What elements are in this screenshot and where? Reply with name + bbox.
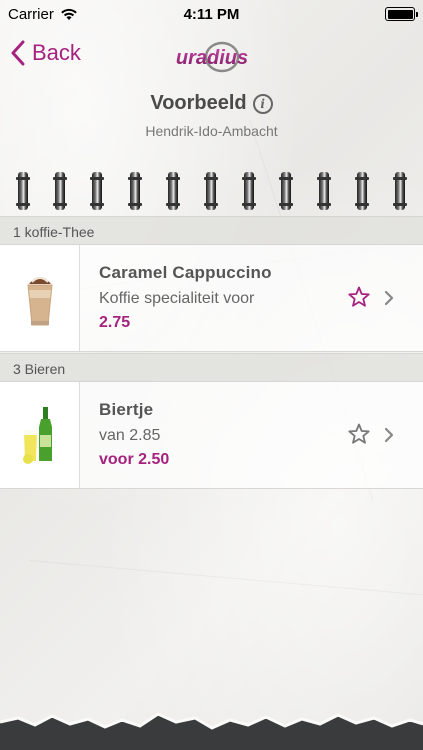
spiral-ring [128, 172, 142, 210]
back-button[interactable]: Back [10, 40, 81, 66]
spiral-ring [90, 172, 104, 210]
item-description: Koffie specialiteit voor [99, 290, 255, 307]
item-description: van 2.85 [99, 427, 161, 444]
product-image [0, 382, 80, 488]
spiral-binding [0, 170, 423, 214]
status-bar: Carrier 4:11 PM [0, 0, 423, 28]
logo-text: uradius [176, 47, 248, 69]
list-item[interactable]: Caramel Cappuccino Koffie specialiteit v… [0, 245, 423, 352]
spiral-ring [355, 172, 369, 210]
battery-icon [385, 7, 418, 21]
item-name: Biertje [99, 400, 154, 419]
section-header: 1 koffie-Thee [0, 216, 423, 245]
product-image [0, 245, 80, 351]
chevron-right-icon [384, 290, 394, 306]
spiral-ring [204, 172, 218, 210]
page-header: Voorbeeld i Hendrik-Ido-Ambacht [0, 92, 423, 139]
back-label: Back [32, 40, 81, 65]
chevron-left-icon [11, 40, 25, 66]
spiral-ring [53, 172, 67, 210]
spiral-ring [393, 172, 407, 210]
navigation-bar: Back uradius [0, 28, 423, 84]
spiral-ring [242, 172, 256, 210]
item-price: voor 2.50 [99, 451, 170, 468]
item-price: 2.75 [99, 314, 131, 331]
beer-image [22, 407, 52, 464]
carrier-label: Carrier [8, 5, 54, 23]
spiral-ring [279, 172, 293, 210]
spiral-ring [317, 172, 331, 210]
favorite-star-icon[interactable] [347, 422, 371, 446]
location-subtitle: Hendrik-Ido-Ambacht [145, 123, 278, 139]
uradius-logo: uradius [176, 41, 248, 73]
page-title: Voorbeeld [150, 92, 247, 114]
info-icon[interactable]: i [252, 93, 273, 114]
spiral-ring [166, 172, 180, 210]
item-name: Caramel Cappuccino [99, 263, 272, 282]
spiral-ring [16, 172, 30, 210]
torn-paper-edge [0, 712, 423, 750]
section-header: 3 Bieren [0, 353, 423, 382]
list-item[interactable]: Biertje van 2.85 voor 2.50 [0, 382, 423, 489]
favorite-star-icon[interactable] [347, 285, 371, 309]
chevron-right-icon [384, 427, 394, 443]
cappuccino-image [26, 277, 53, 326]
wifi-icon [61, 8, 77, 20]
battery-level [387, 9, 413, 19]
